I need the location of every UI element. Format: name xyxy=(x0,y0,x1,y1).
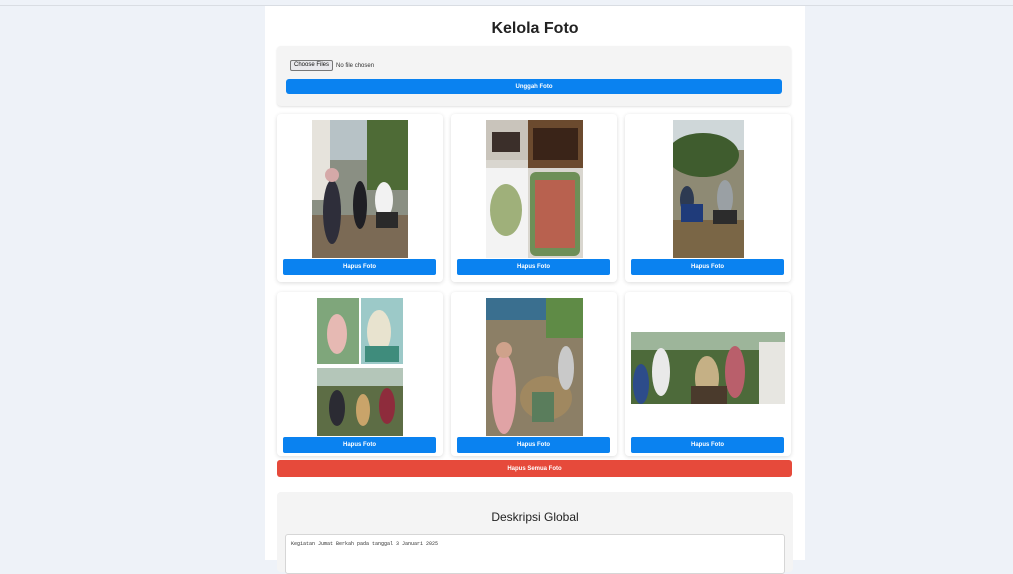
delete-photo-button[interactable]: Hapus Foto xyxy=(631,437,784,453)
photo-card: Hapus Foto xyxy=(625,292,791,456)
choose-files-button[interactable]: Choose Files xyxy=(290,60,334,71)
photo-card: Hapus Foto xyxy=(277,114,443,282)
file-input-row: Choose Files No file chosen xyxy=(290,60,374,71)
delete-photo-button[interactable]: Hapus Foto xyxy=(457,259,610,275)
photo-image xyxy=(631,332,785,404)
main-panel: Kelola Foto Choose Files No file chosen … xyxy=(265,6,805,574)
description-textarea[interactable]: Kegiatan Jumat Berkah pada tanggal 3 Jan… xyxy=(285,534,785,574)
description-title: Deskripsi Global xyxy=(491,510,579,524)
delete-photo-button[interactable]: Hapus Foto xyxy=(631,259,784,275)
description-section: Deskripsi Global Kegiatan Jumat Berkah p… xyxy=(277,492,793,574)
photo-card: Hapus Foto xyxy=(451,292,617,456)
photo-image xyxy=(312,120,408,258)
photo-card: Hapus Foto xyxy=(625,114,791,282)
photo-image xyxy=(317,298,403,436)
page-title: Kelola Foto xyxy=(491,20,579,37)
delete-photo-button[interactable]: Hapus Foto xyxy=(457,437,610,453)
photo-card: Hapus Foto xyxy=(277,292,443,456)
photo-image xyxy=(486,120,583,258)
delete-photo-button[interactable]: Hapus Foto xyxy=(283,259,436,275)
photo-card: Hapus Foto xyxy=(451,114,617,282)
upload-form: Choose Files No file chosen Unggah Foto xyxy=(277,46,791,106)
delete-all-photos-button[interactable]: Hapus Semua Foto xyxy=(277,460,792,477)
file-status-label: No file chosen xyxy=(336,62,375,69)
delete-photo-button[interactable]: Hapus Foto xyxy=(283,437,436,453)
photo-image xyxy=(486,298,583,436)
photo-image xyxy=(673,120,744,258)
upload-photo-button[interactable]: Unggah Foto xyxy=(286,79,782,94)
